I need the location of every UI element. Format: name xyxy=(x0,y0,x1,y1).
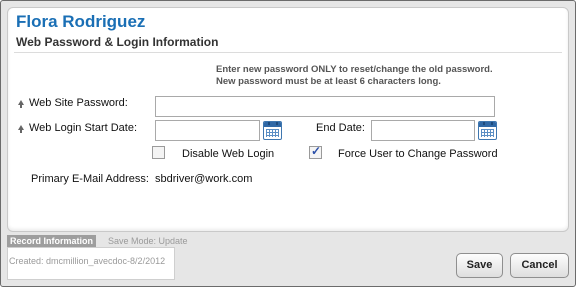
dialog-window: Flora Rodriguez Web Password & Login Inf… xyxy=(0,0,576,287)
section-title: Web Password & Login Information xyxy=(16,35,219,49)
person-name: Flora Rodriguez xyxy=(16,12,146,31)
disable-login-label: Disable Web Login xyxy=(182,148,275,160)
created-text: Created: dmcmillion_avecdoc-8/2/2012 xyxy=(9,256,166,266)
password-label-row: Web Site Password: xyxy=(18,97,128,109)
password-label: Web Site Password: xyxy=(29,97,128,109)
end-date-label: End Date: xyxy=(316,122,365,134)
calendar-icon[interactable] xyxy=(263,121,282,140)
save-mode-text: Save Mode: Update xyxy=(108,236,188,246)
up-arrow-icon xyxy=(18,125,24,133)
section-divider xyxy=(14,52,562,53)
force-change-checkbox[interactable] xyxy=(309,144,322,159)
note-line-2: New password must be at least 6 characte… xyxy=(216,76,441,87)
email-label: Primary E-Mail Address: xyxy=(31,173,149,185)
password-input[interactable] xyxy=(155,96,495,117)
email-value: sbdriver@work.com xyxy=(155,173,253,185)
password-note: Enter new password ONLY to reset/change … xyxy=(216,64,493,88)
start-date-label: Web Login Start Date: xyxy=(29,122,138,134)
record-information-tab[interactable]: Record Information xyxy=(7,235,97,247)
force-change-label: Force User to Change Password xyxy=(338,148,498,160)
start-date-input[interactable] xyxy=(155,120,260,141)
end-date-input[interactable] xyxy=(371,120,475,141)
record-info-box: Created: dmcmillion_avecdoc-8/2/2012 xyxy=(7,247,175,280)
save-button[interactable]: Save xyxy=(456,253,503,278)
start-date-label-row: Web Login Start Date: xyxy=(18,122,137,134)
cancel-button[interactable]: Cancel xyxy=(510,253,569,278)
disable-login-checkbox[interactable] xyxy=(152,146,165,159)
calendar-icon[interactable] xyxy=(478,121,497,140)
content-panel: Flora Rodriguez Web Password & Login Inf… xyxy=(7,7,569,232)
note-line-1: Enter new password ONLY to reset/change … xyxy=(216,64,493,75)
up-arrow-icon xyxy=(18,100,24,108)
